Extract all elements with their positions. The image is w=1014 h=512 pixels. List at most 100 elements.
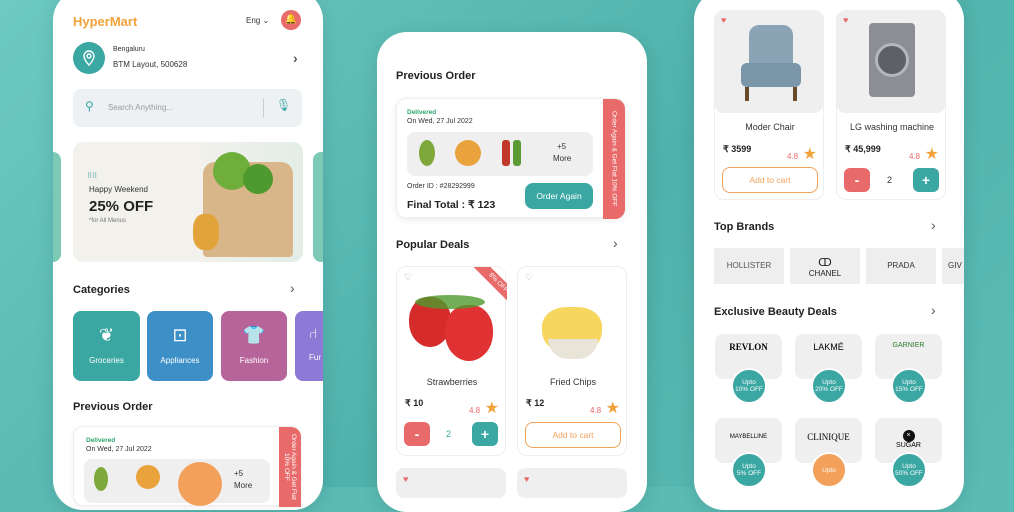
top-brands-title: Top Brands bbox=[714, 221, 775, 233]
discount-circle: Upto 15% OFF bbox=[891, 368, 927, 404]
discount-circle: Upto 50% OFF bbox=[891, 452, 927, 488]
brand-chanel[interactable]: ↀ CHANEL bbox=[790, 248, 860, 284]
app-logo: HyperMart bbox=[73, 14, 138, 29]
previous-order-title: Previous Order bbox=[396, 70, 476, 82]
search-bar[interactable]: ⚲ Search Anything... 🎙 bbox=[73, 89, 302, 127]
chevron-right-icon[interactable]: › bbox=[613, 235, 618, 251]
promo-banner[interactable]: ⠿⠿ Happy Weekend 25% OFF *for All Menus bbox=[73, 142, 303, 262]
deal-rating: 4.8 ★ bbox=[469, 400, 499, 417]
increase-quantity-button[interactable]: + bbox=[472, 422, 498, 446]
add-to-cart-button[interactable]: Add to cart bbox=[722, 167, 818, 193]
beauty-deals-title: Exclusive Beauty Deals bbox=[714, 306, 837, 318]
discount-circle: Upto 10% OFF bbox=[731, 368, 767, 404]
washing-machine-icon: ⊡ bbox=[172, 325, 188, 345]
leaf-icon: ❦ bbox=[98, 325, 115, 345]
brand-givenchy[interactable]: GIV bbox=[942, 248, 964, 284]
product-rating: 4.8 ★ bbox=[909, 146, 939, 163]
order-again-ribbon: Order Again & Get Flat 10% OFF bbox=[279, 427, 301, 507]
deal-price: ₹ 10 bbox=[405, 398, 424, 408]
previous-order-card[interactable]: Delivered On Wed, 27 Jul 2022 +5 More Or… bbox=[396, 98, 625, 219]
star-icon: ★ bbox=[924, 146, 939, 163]
salad-image bbox=[455, 140, 481, 166]
phone-home-screen: HyperMart Eng ⌄ 🔔 Bengaluru BTM Layout, … bbox=[53, 0, 323, 510]
brand-prada[interactable]: PRADA bbox=[866, 248, 936, 284]
heart-icon[interactable]: ♡ bbox=[404, 272, 412, 283]
category-furniture[interactable]: ⑁ Fur bbox=[295, 311, 323, 381]
order-date: On Wed, 27 Jul 2022 bbox=[407, 118, 473, 125]
star-icon: ★ bbox=[484, 400, 499, 417]
search-input[interactable]: Search Anything... bbox=[108, 103, 173, 112]
bell-icon[interactable]: 🔔 bbox=[281, 10, 301, 30]
product-price: ₹ 3599 bbox=[723, 144, 752, 154]
chevron-right-icon[interactable]: › bbox=[931, 217, 936, 233]
deal-name: Fried Chips bbox=[549, 377, 596, 387]
juice-bottle-image bbox=[513, 140, 521, 166]
deal-card-next[interactable]: ♥ bbox=[396, 468, 506, 498]
deal-rating: 4.8 ★ bbox=[590, 400, 620, 417]
discount-circle: Upto 20% OFF bbox=[811, 368, 847, 404]
quantity-value: 2 bbox=[446, 429, 452, 439]
increase-quantity-button[interactable]: + bbox=[913, 168, 939, 192]
deal-card-next[interactable]: ♥ bbox=[517, 468, 627, 498]
chair-icon: ⑁ bbox=[309, 325, 318, 341]
decrease-quantity-button[interactable]: - bbox=[404, 422, 430, 446]
discount-circle: Upto bbox=[811, 452, 847, 488]
previous-order-title: Previous Order bbox=[73, 401, 153, 413]
product-card-washing-machine[interactable]: ♥ LG washing machine ₹ 45,999 4.8 ★ - 2 … bbox=[836, 10, 946, 200]
star-icon: ★ bbox=[605, 400, 620, 417]
product-price: ₹ 45,999 bbox=[845, 144, 881, 154]
deal-name: Strawberries bbox=[426, 377, 478, 387]
order-total: Final Total : ₹ 123 bbox=[407, 199, 496, 211]
star-icon: ★ bbox=[802, 146, 817, 163]
deal-card-strawberries[interactable]: ♡ 8% OFF Strawberries ₹ 10 4.8 ★ - 2 + bbox=[396, 266, 507, 456]
phone-shop-screen: ♥ Moder Chair ₹ 3599 4.8 ★ Add to cart ♥… bbox=[694, 0, 964, 510]
chevron-right-icon[interactable]: › bbox=[293, 50, 298, 66]
location-city: Bengaluru bbox=[113, 46, 145, 53]
discount-circle: Upto 5% OFF bbox=[731, 452, 767, 488]
previous-order-card[interactable]: Delivered On Wed, 27 Jul 2022 +5 More Or… bbox=[73, 426, 301, 507]
location-pin-icon bbox=[73, 42, 105, 74]
carousel-prev-card bbox=[53, 152, 61, 262]
popular-deals-title: Popular Deals bbox=[396, 239, 470, 251]
deal-card-fried-chips[interactable]: ♡ Fried Chips ₹ 12 4.8 ★ Add to cart bbox=[517, 266, 627, 456]
heart-icon[interactable]: ♡ bbox=[525, 272, 533, 283]
chevron-right-icon[interactable]: › bbox=[931, 302, 936, 318]
chevron-right-icon[interactable]: › bbox=[290, 280, 295, 296]
heart-icon[interactable]: ♥ bbox=[843, 15, 848, 25]
heart-icon: ♥ bbox=[403, 474, 409, 484]
decrease-quantity-button[interactable]: - bbox=[844, 168, 870, 192]
product-rating: 4.8 ★ bbox=[787, 146, 817, 163]
category-appliances[interactable]: ⊡ Appliances bbox=[147, 311, 213, 381]
search-icon: ⚲ bbox=[85, 99, 94, 113]
order-status: Delivered bbox=[407, 109, 437, 116]
strawberry-image bbox=[445, 305, 493, 361]
deal-price: ₹ 12 bbox=[526, 398, 545, 408]
product-name: LG washing machine bbox=[849, 122, 935, 132]
pineapple-image bbox=[193, 214, 219, 250]
salad-image bbox=[136, 465, 160, 489]
category-groceries[interactable]: ❦ Groceries bbox=[73, 311, 140, 381]
categories-title: Categories bbox=[73, 284, 130, 296]
carousel-next-card bbox=[313, 152, 323, 262]
brand-hollister[interactable]: HOLLISTER bbox=[714, 248, 784, 284]
chevron-down-icon: ⌄ bbox=[262, 16, 270, 25]
product-name: Moder Chair bbox=[745, 122, 795, 132]
heart-icon[interactable]: ♥ bbox=[721, 15, 726, 25]
juice-bottle-image bbox=[502, 140, 510, 166]
order-again-button[interactable]: Order Again bbox=[525, 183, 593, 209]
location-address[interactable]: BTM Layout, 500628 bbox=[113, 60, 187, 69]
avocado-image bbox=[94, 467, 108, 491]
product-card-chair[interactable]: ♥ Moder Chair ₹ 3599 4.8 ★ Add to cart bbox=[714, 10, 824, 200]
heart-icon: ♥ bbox=[524, 474, 530, 484]
language-selector[interactable]: Eng ⌄ bbox=[246, 16, 269, 25]
order-again-ribbon: Order Again & Get Flat 10% OFF bbox=[603, 99, 625, 219]
order-id: Order ID : #28292999 bbox=[407, 183, 475, 190]
cart-button[interactable] bbox=[178, 462, 222, 506]
microphone-icon[interactable]: 🎙 bbox=[276, 98, 291, 112]
avocado-image bbox=[419, 140, 435, 166]
tshirt-icon: 👕 bbox=[242, 325, 266, 345]
phone-orders-screen: Previous Order Delivered On Wed, 27 Jul … bbox=[377, 32, 647, 512]
category-fashion[interactable]: 👕 Fashion bbox=[221, 311, 287, 381]
quantity-value: 2 bbox=[887, 175, 893, 185]
add-to-cart-button[interactable]: Add to cart bbox=[525, 422, 621, 448]
